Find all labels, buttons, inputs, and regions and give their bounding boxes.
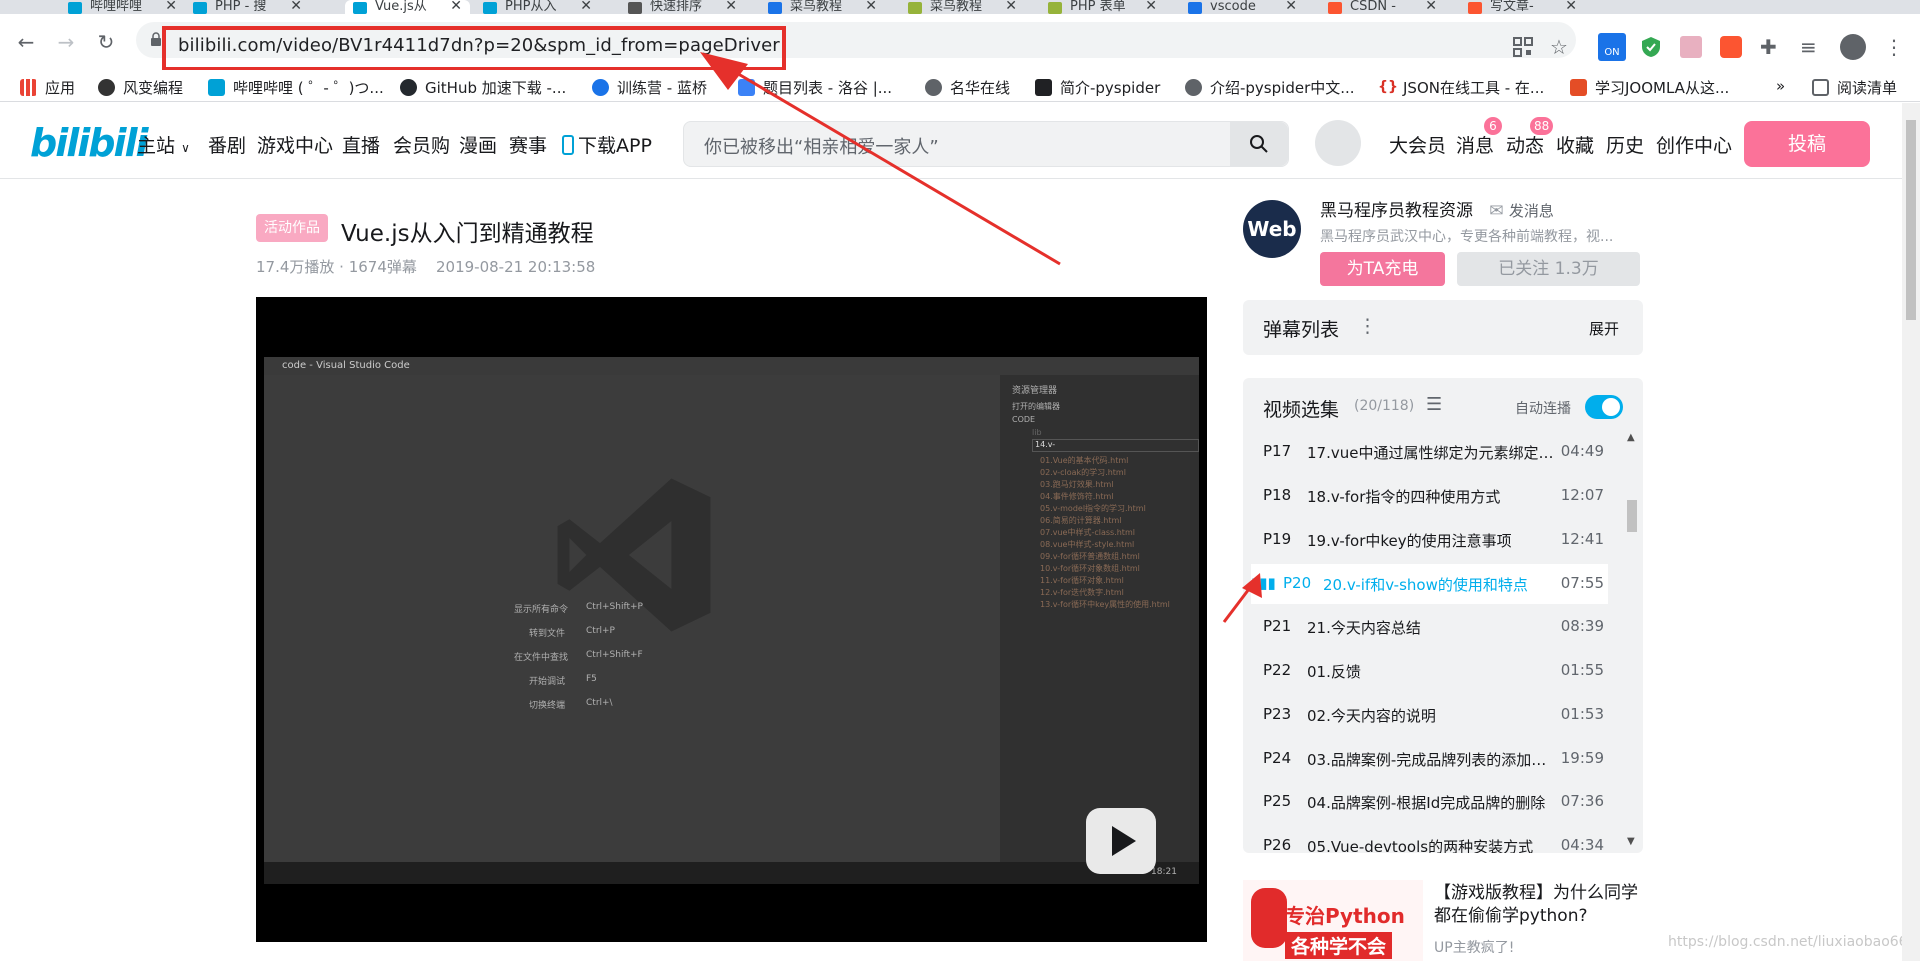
annotation-arrows (700, 52, 1262, 623)
annotation-arrow-to-url (734, 70, 1061, 266)
arrowhead-icon (700, 52, 748, 90)
